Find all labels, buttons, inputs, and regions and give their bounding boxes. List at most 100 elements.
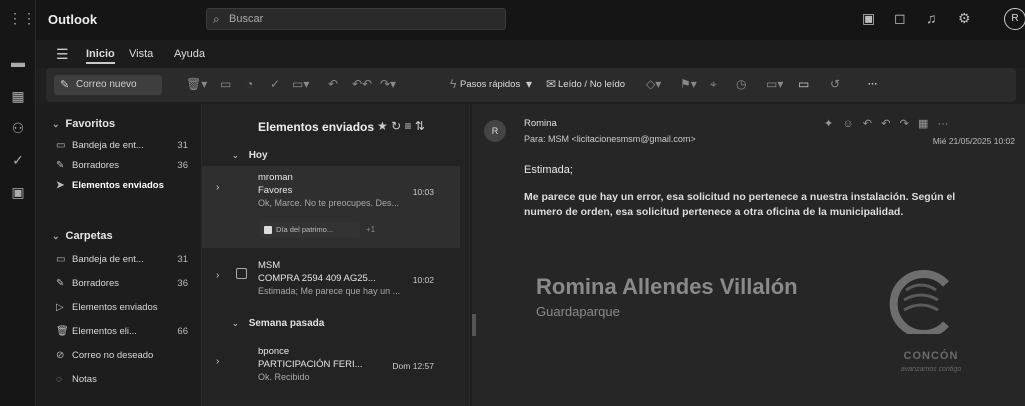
folder-label: Borradores — [72, 160, 119, 171]
folders-header[interactable]: ⌄ Carpetas — [52, 230, 113, 242]
folder-inbox[interactable]: ▭ Bandeja de ent... 31 — [56, 250, 196, 270]
folder-junk[interactable]: ⊘ Correo no deseado — [56, 346, 196, 366]
more-icon[interactable]: ··· — [938, 118, 949, 130]
new-mail-button[interactable]: ✎ Correo nuevo — [54, 75, 162, 95]
select-checkbox[interactable] — [236, 268, 247, 279]
avatar[interactable]: R — [1004, 8, 1025, 30]
calendar-icon[interactable]: ▦ — [8, 86, 28, 106]
favorites-header[interactable]: ⌄ Favoritos — [52, 118, 115, 130]
inbox-icon: ▭ — [56, 140, 66, 151]
tab-vista[interactable]: Vista — [129, 48, 153, 60]
chevron-down-icon: ⌄ — [232, 151, 239, 160]
immersive-reader-icon[interactable]: ▭ — [798, 77, 809, 91]
reading-date: Mié 21/05/2025 10:02 — [932, 136, 1015, 146]
report-icon[interactable]: ◔ — [246, 77, 253, 91]
envelope-icon: ✉ — [546, 77, 557, 91]
folder-notes[interactable]: ◌ Notas — [56, 370, 196, 390]
message-time: 10:02 — [412, 275, 434, 285]
signature-name: Romina Allendes Villalón — [536, 274, 798, 299]
app-launcher-icon[interactable]: ⋮⋮ — [8, 8, 36, 28]
read-unread-button[interactable]: Leído / No leído — [558, 79, 625, 90]
tab-ayuda[interactable]: Ayuda — [174, 48, 205, 60]
forward-icon[interactable]: ↷▾ — [380, 77, 396, 91]
attachment-chip[interactable]: Día del patrimo... — [260, 222, 360, 238]
group-last-week[interactable]: ⌄ Semana pasada — [232, 318, 324, 329]
forward-icon[interactable]: ↷ — [900, 118, 909, 130]
message-subject: PARTICIPACIÓN FERI... — [258, 359, 363, 370]
summary-icon[interactable]: ✦ — [824, 118, 833, 130]
folder-sent[interactable]: ▷ Elementos enviados — [56, 298, 196, 318]
grid-icon[interactable]: ▦ — [918, 118, 928, 130]
teams-icon[interactable]: ▣ — [862, 10, 875, 27]
folder-label: Elementos eli... — [72, 326, 137, 337]
group-label: Semana pasada — [248, 318, 325, 329]
search-input[interactable]: ⌕ Buscar — [206, 8, 506, 30]
list-item[interactable]: › bponce PARTICIPACIÓN FERI... Dom 12:57… — [202, 340, 460, 398]
quick-steps-button[interactable]: Pasos rápidos — [460, 79, 520, 90]
send-icon: ▷ — [56, 302, 64, 313]
fav-folder-drafts[interactable]: ✎ Borradores 36 — [56, 156, 196, 176]
hamburger-icon[interactable]: ☰ — [56, 46, 69, 63]
snooze-icon[interactable]: ◷ — [736, 77, 746, 91]
bell-icon[interactable]: ♫ — [926, 10, 937, 26]
chevron-right-icon[interactable]: › — [216, 182, 219, 193]
message-preview: Estimada; Me parece que hay un ... — [258, 286, 401, 296]
junk-icon: ⊘ — [56, 350, 65, 361]
folder-count: 31 — [177, 254, 188, 265]
apps-icon[interactable]: ▣ — [8, 182, 28, 202]
chevron-down-icon: ⌄ — [232, 319, 239, 328]
tab-inicio[interactable]: Inicio — [86, 48, 115, 64]
list-header-actions: ★ ↻ ≡ ⇅ — [377, 119, 425, 133]
flag-icon[interactable]: ⚑▾ — [680, 77, 697, 91]
refresh-icon[interactable]: ↻ — [391, 119, 401, 133]
folder-deleted[interactable]: 🗑 Elementos eli... 66 — [56, 322, 196, 342]
rules-icon[interactable]: ▭▾ — [766, 77, 783, 91]
search-placeholder: Buscar — [229, 13, 264, 25]
compose-icon: ✎ — [60, 79, 70, 91]
people-icon[interactable]: ⚇ — [8, 118, 28, 138]
pin-icon[interactable]: ⌖ — [710, 77, 717, 92]
reply-icon[interactable]: ↶ — [328, 77, 338, 91]
folder-label: Elementos enviados — [72, 180, 164, 191]
reply-all-icon[interactable]: ↶↶ — [352, 77, 372, 91]
fav-folder-inbox[interactable]: ▭ Bandeja de ent... 31 — [56, 136, 196, 156]
chevron-right-icon[interactable]: › — [216, 270, 219, 281]
move-icon[interactable]: ▭▾ — [292, 77, 309, 91]
email-greeting: Estimada; — [524, 164, 573, 176]
logo-tagline: avanzamos contigo — [900, 366, 962, 373]
tips-icon[interactable]: ◻ — [894, 10, 906, 27]
folder-label: Bandeja de ent... — [72, 254, 144, 265]
outlook-window: ⋮⋮ ▬ ▦ ⚇ ✓ ▣ Outlook ⌕ Buscar ▣ ◻ ♫ ⚙ R … — [0, 0, 1025, 406]
tag-icon[interactable]: ◇▾ — [646, 77, 661, 91]
search-icon: ⌕ — [213, 12, 220, 26]
reading-sender[interactable]: Romina — [524, 118, 557, 129]
gear-icon[interactable]: ⚙ — [958, 10, 971, 27]
message-sender: MSM — [258, 260, 281, 271]
sort-icon[interactable]: ⇅ — [415, 119, 425, 133]
mail-icon[interactable]: ▬ — [8, 52, 28, 72]
archive-icon[interactable]: ▭ — [220, 77, 231, 91]
file-icon — [264, 226, 272, 234]
group-label: Hoy — [248, 150, 268, 161]
filter-icon[interactable]: ≡ — [405, 119, 412, 133]
more-attachments[interactable]: +1 — [366, 222, 375, 238]
folder-drafts[interactable]: ✎ Borradores 36 — [56, 274, 196, 294]
trash-icon: 🗑 — [56, 326, 69, 337]
todo-icon[interactable]: ✓ — [8, 150, 28, 170]
folders-label: Carpetas — [65, 230, 113, 242]
emoji-icon[interactable]: ☺ — [842, 118, 853, 130]
delete-icon[interactable]: 🗑▾ — [186, 77, 207, 91]
more-options-button[interactable]: ··· — [868, 79, 878, 90]
folder-pane: ⌄ Favoritos ▭ Bandeja de ent... 31 ✎ Borrado… — [36, 104, 202, 406]
list-item[interactable]: › MSM COMPRA 2594 409 AG25... 10:02 Esti… — [202, 254, 460, 312]
sweep-icon[interactable]: ✓ — [270, 77, 280, 91]
reply-icon[interactable]: ↶ — [863, 118, 872, 130]
group-today[interactable]: ⌄ Hoy — [232, 150, 268, 161]
send-icon: ➤ — [56, 180, 65, 191]
chevron-right-icon[interactable]: › — [216, 356, 219, 367]
fav-folder-sent[interactable]: ➤ Elementos enviados — [56, 176, 196, 196]
star-icon[interactable]: ★ — [377, 119, 388, 133]
reply-all-icon[interactable]: ↶ — [881, 118, 890, 130]
pane-splitter[interactable] — [472, 314, 476, 336]
undo-icon[interactable]: ↺ — [830, 77, 840, 91]
